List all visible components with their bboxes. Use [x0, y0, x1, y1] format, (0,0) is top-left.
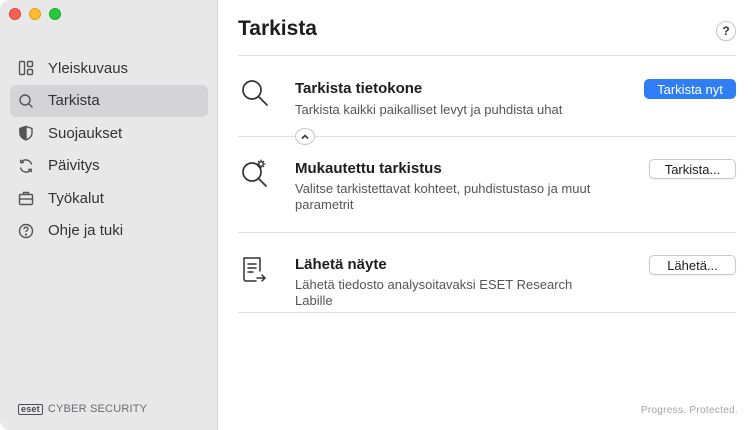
page-title: Tarkista — [238, 17, 317, 40]
submit-sample-row: Lähetä näyte Lähetä tiedosto analysoitav… — [238, 233, 736, 312]
sidebar-item-label: Suojaukset — [48, 124, 123, 142]
scan-computer-row: Tarkista tietokone Tarkista kaikki paika… — [238, 56, 736, 136]
sidebar-item-label: Työkalut — [48, 189, 104, 207]
tagline: Progress. Protected. — [640, 405, 738, 416]
window-controls — [9, 8, 61, 20]
row-description: Lähetä tiedosto analysoitavaksi ESET Res… — [295, 277, 573, 308]
document-send-icon — [240, 255, 270, 285]
search-icon — [18, 93, 34, 109]
sidebar-item-label: Ohje ja tuki — [48, 222, 124, 239]
main-content: Tarkista ? Tarkista tietokone Tarkista k… — [219, 0, 756, 430]
help-button[interactable]: ? — [716, 21, 736, 41]
custom-scan-button[interactable]: Tarkista... — [649, 159, 736, 179]
sidebar-item-help[interactable]: Ohje ja tuki — [10, 215, 208, 247]
brand-text: CYBER SECURITY — [47, 403, 148, 415]
scan-now-button[interactable]: Tarkista nyt — [644, 79, 736, 99]
row-title: Lähetä näyte — [295, 256, 387, 273]
app-window: Yleiskuvaus Tarkista Suojaukset Päivitys — [0, 0, 756, 430]
close-window-button[interactable] — [9, 8, 21, 20]
sidebar-item-tools[interactable]: Työkalut — [10, 182, 208, 214]
sidebar: Yleiskuvaus Tarkista Suojaukset Päivitys — [0, 0, 218, 430]
row-description: Tarkista kaikki paikalliset levyt ja puh… — [295, 102, 563, 117]
refresh-icon — [18, 158, 34, 174]
sidebar-item-label: Päivitys — [48, 157, 100, 174]
divider — [238, 312, 736, 313]
sidebar-item-protections[interactable]: Suojaukset — [10, 117, 208, 149]
magnifier-icon — [240, 78, 270, 108]
sidebar-item-label: Yleiskuvaus — [48, 59, 129, 77]
help-circle-icon — [18, 223, 34, 239]
sidebar-item-label: Tarkista — [48, 92, 100, 109]
sidebar-item-update[interactable]: Päivitys — [10, 150, 208, 182]
sidebar-nav: Yleiskuvaus Tarkista Suojaukset Päivitys — [10, 52, 208, 247]
minimize-window-button[interactable] — [29, 8, 41, 20]
custom-scan-row: Mukautettu tarkistus Valitse tarkistetta… — [238, 137, 736, 232]
row-description: Valitse tarkistettavat kohteet, puhdistu… — [295, 181, 591, 212]
briefcase-icon — [18, 190, 34, 206]
dashboard-icon — [18, 60, 34, 76]
eset-logo: eset — [18, 403, 43, 415]
row-title: Tarkista tietokone — [295, 80, 423, 97]
brand: eset CYBER SECURITY — [18, 403, 147, 415]
row-title: Mukautettu tarkistus — [295, 160, 442, 177]
shield-icon — [18, 125, 34, 141]
magnifier-gear-icon — [240, 158, 270, 188]
sidebar-item-overview[interactable]: Yleiskuvaus — [10, 52, 208, 84]
sidebar-item-scan[interactable]: Tarkista — [10, 84, 208, 117]
submit-sample-button[interactable]: Lähetä... — [649, 255, 736, 275]
zoom-window-button[interactable] — [49, 8, 61, 20]
